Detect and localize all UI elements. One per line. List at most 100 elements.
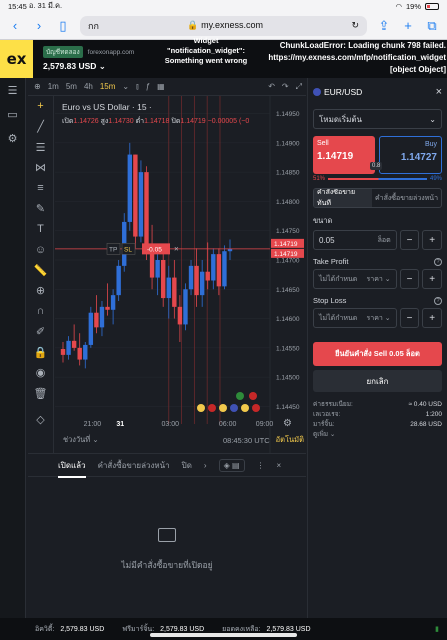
text-icon[interactable]: T: [28, 219, 53, 240]
sl-increase-button[interactable]: +: [422, 308, 442, 328]
volume-decrease-button[interactable]: −: [399, 230, 420, 250]
new-tab-icon[interactable]: +: [401, 18, 415, 33]
show-more-button[interactable]: ดูเพิ่ม ⌄: [313, 430, 442, 440]
fib-icon[interactable]: ≡: [28, 178, 53, 199]
orders-panel: ไม่มีคำสั่งซื้อขายที่เปิดอยู่: [28, 478, 306, 618]
sell-price: 1.14719: [317, 151, 354, 162]
layers-icon[interactable]: ◇: [28, 410, 53, 431]
chevron-right-icon[interactable]: ›: [204, 461, 207, 470]
equity-value: 2,579.83 USD: [60, 625, 105, 633]
stop-loss-input[interactable]: ไม่ได้กำหนด ราคา ⌄: [313, 308, 397, 328]
book-icon[interactable]: ▯: [56, 18, 70, 34]
trendline-icon[interactable]: ╱: [28, 117, 53, 138]
tab-open[interactable]: เปิดแล้ว: [58, 459, 86, 478]
price-chart[interactable]: 1.14950 1.14900 1.14850 1.14800 1.14750 1.147…: [55, 96, 306, 456]
sell-button[interactable]: Sell 1.14719: [313, 136, 376, 174]
address-bar[interactable]: กก 🔒 my.exness.com ↻: [80, 15, 367, 36]
order-summary: ค่าธรรมเนียม: ≈ 0.40 USD เลเวอเรจ: 1:200 ม…: [313, 401, 442, 440]
sl-decrease-button[interactable]: −: [399, 308, 420, 328]
candle: [138, 160, 144, 243]
pencil-lock-icon[interactable]: ✐: [28, 322, 53, 343]
calendar-icon[interactable]: ▭: [0, 102, 25, 126]
magnet-icon[interactable]: ∩: [28, 301, 53, 322]
take-profit-label: Take Profit?: [313, 257, 442, 266]
flag-icon: [208, 404, 216, 412]
account-balance: 2,579.83 USD: [43, 61, 97, 71]
y-tick-label: 1.14650: [276, 287, 300, 294]
account-selector[interactable]: บัญชีทดลอง forexonapp.com 2,579.83 USD ⌄: [33, 46, 134, 72]
x-tick-label: 06:00: [219, 421, 237, 428]
brush-icon[interactable]: ✎: [28, 199, 53, 220]
zoom-icon[interactable]: ⊕: [28, 281, 53, 302]
add-indicator-icon[interactable]: ⊕: [34, 82, 41, 91]
tab-pending-order[interactable]: คำสั่งซื้อขายล่วงหน้า: [372, 193, 441, 204]
cancel-button[interactable]: ยกเลิก: [313, 370, 442, 392]
flag-icon: [230, 404, 238, 412]
auto-scale-button[interactable]: อัตโนมัติ: [276, 434, 304, 446]
pattern-icon[interactable]: ⋈: [28, 158, 53, 179]
share-icon[interactable]: ⇪: [377, 18, 391, 34]
candle: [88, 306, 94, 348]
orders-tabs: เปิดแล้ว คำสั่งซื้อขายล่วงหน้า ปิด › ◈ ▤…: [28, 453, 306, 478]
free-margin-value: 2,579.83 USD: [160, 625, 205, 633]
fullscreen-icon[interactable]: ⤢: [296, 82, 302, 92]
mode-select[interactable]: โหมดเริ่มต้น ⌄: [313, 109, 442, 129]
confirm-sell-button[interactable]: ยืนยันคำสั่ง Sell 0.05 ล็อต: [313, 342, 442, 366]
menu-icon[interactable]: ☰: [0, 78, 25, 102]
x-tick-label: 09:00: [256, 421, 274, 428]
tab-market-order[interactable]: คำสั่งซื้อขายทันที: [314, 189, 372, 207]
ohlc-c: 1.14719: [180, 118, 205, 125]
tp-increase-button[interactable]: +: [422, 269, 442, 289]
back-icon[interactable]: ‹: [8, 18, 22, 33]
close-panel-icon[interactable]: ×: [277, 461, 282, 470]
indicators-icon[interactable]: ƒ: [146, 82, 150, 91]
redo-icon[interactable]: ↷: [282, 82, 289, 91]
lock-icon[interactable]: 🔒: [28, 342, 53, 363]
ruler-icon[interactable]: 📏: [28, 260, 53, 281]
layout-icon[interactable]: ▦: [157, 82, 165, 91]
buy-button[interactable]: Buy 1.14727: [379, 136, 442, 174]
emoji-icon[interactable]: ☺: [28, 240, 53, 261]
sl-label[interactable]: SL: [124, 246, 132, 253]
view-toggle[interactable]: ◈ ▤: [218, 458, 245, 472]
flag-icon: [197, 404, 205, 412]
close-icon[interactable]: ×: [436, 86, 442, 98]
flag-icon: [249, 392, 257, 400]
take-profit-input[interactable]: ไม่ได้กำหนด ราคา ⌄: [313, 269, 397, 289]
candle: [122, 213, 127, 272]
tp-decrease-button[interactable]: −: [399, 269, 420, 289]
tp-label[interactable]: TP: [109, 246, 117, 253]
flag-icon: [219, 404, 227, 412]
briefcase-icon: [158, 528, 176, 542]
x-tick-label: 31: [116, 421, 124, 428]
tab-closed[interactable]: ปิด: [182, 459, 192, 472]
candle-type-icon[interactable]: ⫾: [136, 82, 139, 92]
channel-icon[interactable]: ☰: [28, 137, 53, 158]
timeframe-1m[interactable]: 1m: [48, 82, 59, 91]
chart-settings-icon[interactable]: ⚙: [283, 418, 292, 429]
price-tag: 1.14719: [271, 238, 304, 248]
crosshair-icon[interactable]: +: [28, 96, 53, 117]
forward-icon[interactable]: ›: [32, 18, 46, 33]
timeframe-5m[interactable]: 5m: [66, 82, 77, 91]
volume-input[interactable]: 0.05 ล็อต: [313, 230, 397, 250]
eye-icon[interactable]: ◉: [28, 363, 53, 384]
trash-icon[interactable]: 🗑: [28, 383, 53, 404]
symbol-name: EUR/USD: [324, 87, 363, 97]
timeframe-4h[interactable]: 4h: [84, 82, 93, 91]
tab-pending[interactable]: คำสั่งซื้อขายล่วงหน้า: [98, 459, 170, 472]
tabs-icon[interactable]: ⧉: [425, 18, 439, 34]
close-position-icon[interactable]: ×: [174, 245, 179, 254]
demo-badge: บัญชีทดลอง: [43, 46, 83, 58]
timeframe-15m[interactable]: 15m: [100, 82, 116, 91]
more-icon[interactable]: ⋮: [257, 461, 265, 470]
exness-logo[interactable]: ex: [0, 40, 33, 78]
undo-icon[interactable]: ↶: [268, 82, 275, 91]
reload-icon[interactable]: ↻: [351, 20, 359, 31]
volume-increase-button[interactable]: +: [422, 230, 442, 250]
stop-loss-label: Stop Loss?: [313, 296, 442, 305]
ohlc-l: 1.14718: [144, 118, 169, 125]
date-range-button[interactable]: ช่วงวันที่ ⌄: [63, 434, 99, 446]
settings-icon[interactable]: ⚙: [0, 126, 25, 150]
chevron-down-icon[interactable]: ⌄: [122, 82, 129, 91]
